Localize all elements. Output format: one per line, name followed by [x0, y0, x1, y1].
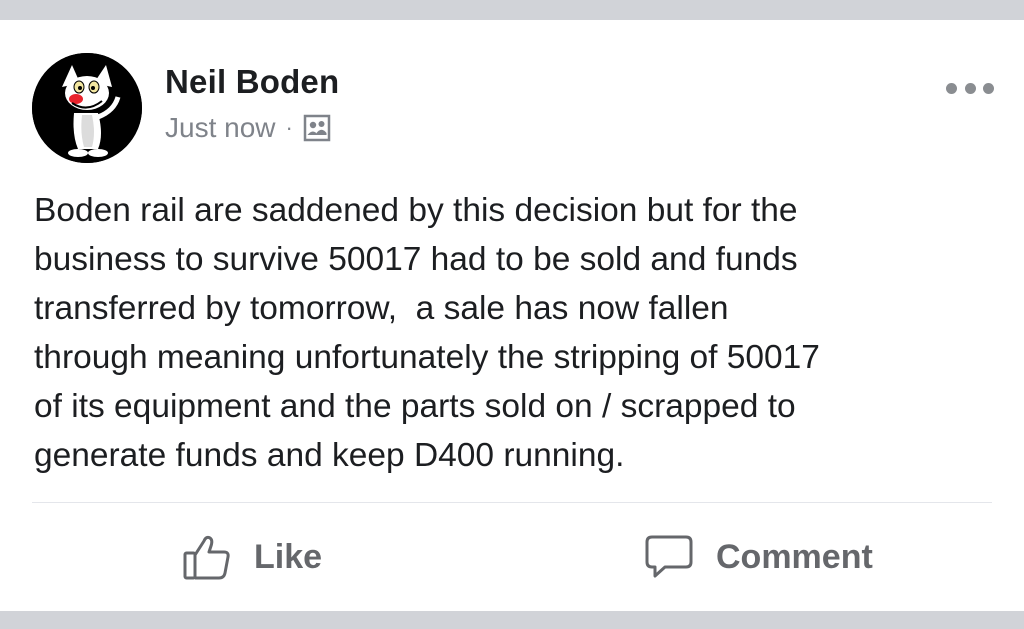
comment-label: Comment: [716, 537, 873, 576]
more-dot-icon: [964, 82, 976, 94]
thumbs-up-icon: [183, 535, 230, 580]
like-button[interactable]: Like: [182, 532, 322, 582]
like-label: Like: [254, 537, 323, 576]
post-meta: Just now ·: [165, 112, 332, 144]
friends-audience-icon[interactable]: [302, 113, 332, 143]
meta-separator: ·: [285, 115, 293, 140]
post-body-text: Boden rail are saddened by this decision…: [34, 192, 820, 474]
author-name[interactable]: Neil Boden: [165, 63, 339, 101]
more-dot-icon: [946, 82, 957, 94]
more-options-button[interactable]: [946, 78, 994, 98]
cartoon-cat-avatar-icon: [32, 53, 142, 163]
post-timestamp[interactable]: Just now: [165, 112, 276, 144]
post-card: Neil Boden Just now · Boden rail are sad…: [0, 20, 1024, 611]
comment-bubble-icon: [645, 535, 693, 578]
actions-divider: [32, 502, 992, 503]
avatar[interactable]: [32, 53, 142, 163]
more-dot-icon: [983, 82, 994, 94]
comment-button[interactable]: Comment: [644, 532, 873, 582]
